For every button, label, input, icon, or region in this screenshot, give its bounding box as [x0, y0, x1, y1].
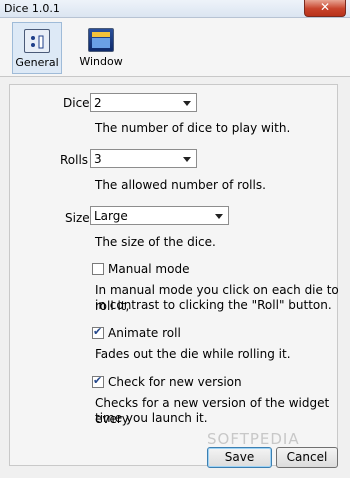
size-select[interactable]: Large: [90, 206, 229, 225]
rolls-select-value: 3: [94, 152, 102, 166]
rolls-help: The allowed number of rolls.: [95, 178, 266, 192]
dice-label: Dice: [63, 96, 90, 110]
watermark: SOFTPEDIA: [207, 430, 300, 448]
cancel-button[interactable]: Cancel: [276, 447, 338, 468]
window-title: Dice 1.0.1: [4, 2, 60, 15]
dice-help: The number of dice to play with.: [95, 121, 291, 135]
size-label: Size: [65, 211, 90, 225]
animate-roll-checkbox[interactable]: [92, 325, 104, 339]
dice-select-value: 2: [94, 96, 102, 110]
tab-general-label: General: [15, 56, 59, 69]
title-bar: Dice 1.0.1 ✕: [0, 0, 350, 18]
check-version-label[interactable]: Check for new version: [108, 375, 242, 389]
rolls-label: Rolls: [60, 153, 89, 167]
chevron-down-icon: [183, 101, 191, 106]
tab-general[interactable]: General: [12, 22, 62, 74]
animate-roll-label[interactable]: Animate roll: [108, 326, 181, 340]
manual-mode-label[interactable]: Manual mode: [108, 262, 189, 276]
rolls-select[interactable]: 3: [90, 149, 197, 168]
check-version-help-line2: time you launch it.: [95, 411, 208, 425]
chevron-down-icon: [183, 157, 191, 162]
tab-window-label: Window: [79, 55, 123, 68]
chevron-down-icon: [215, 214, 223, 219]
close-icon: ✕: [319, 0, 331, 14]
size-select-value: Large: [94, 209, 128, 223]
manual-mode-help-line2: in contrast to clicking the "Roll" butto…: [95, 298, 332, 312]
close-button[interactable]: ✕: [304, 0, 346, 17]
preferences-toolbar: General Window: [0, 18, 350, 77]
check-version-checkbox[interactable]: [92, 374, 104, 388]
dice-select[interactable]: 2: [90, 93, 197, 112]
manual-mode-checkbox[interactable]: [92, 263, 104, 275]
size-help: The size of the dice.: [95, 235, 216, 249]
animate-roll-help: Fades out the die while rolling it.: [95, 347, 291, 361]
general-settings-icon: [24, 29, 50, 53]
save-button[interactable]: Save: [207, 447, 272, 468]
tab-window[interactable]: Window: [76, 22, 126, 72]
window-icon: [88, 28, 114, 52]
